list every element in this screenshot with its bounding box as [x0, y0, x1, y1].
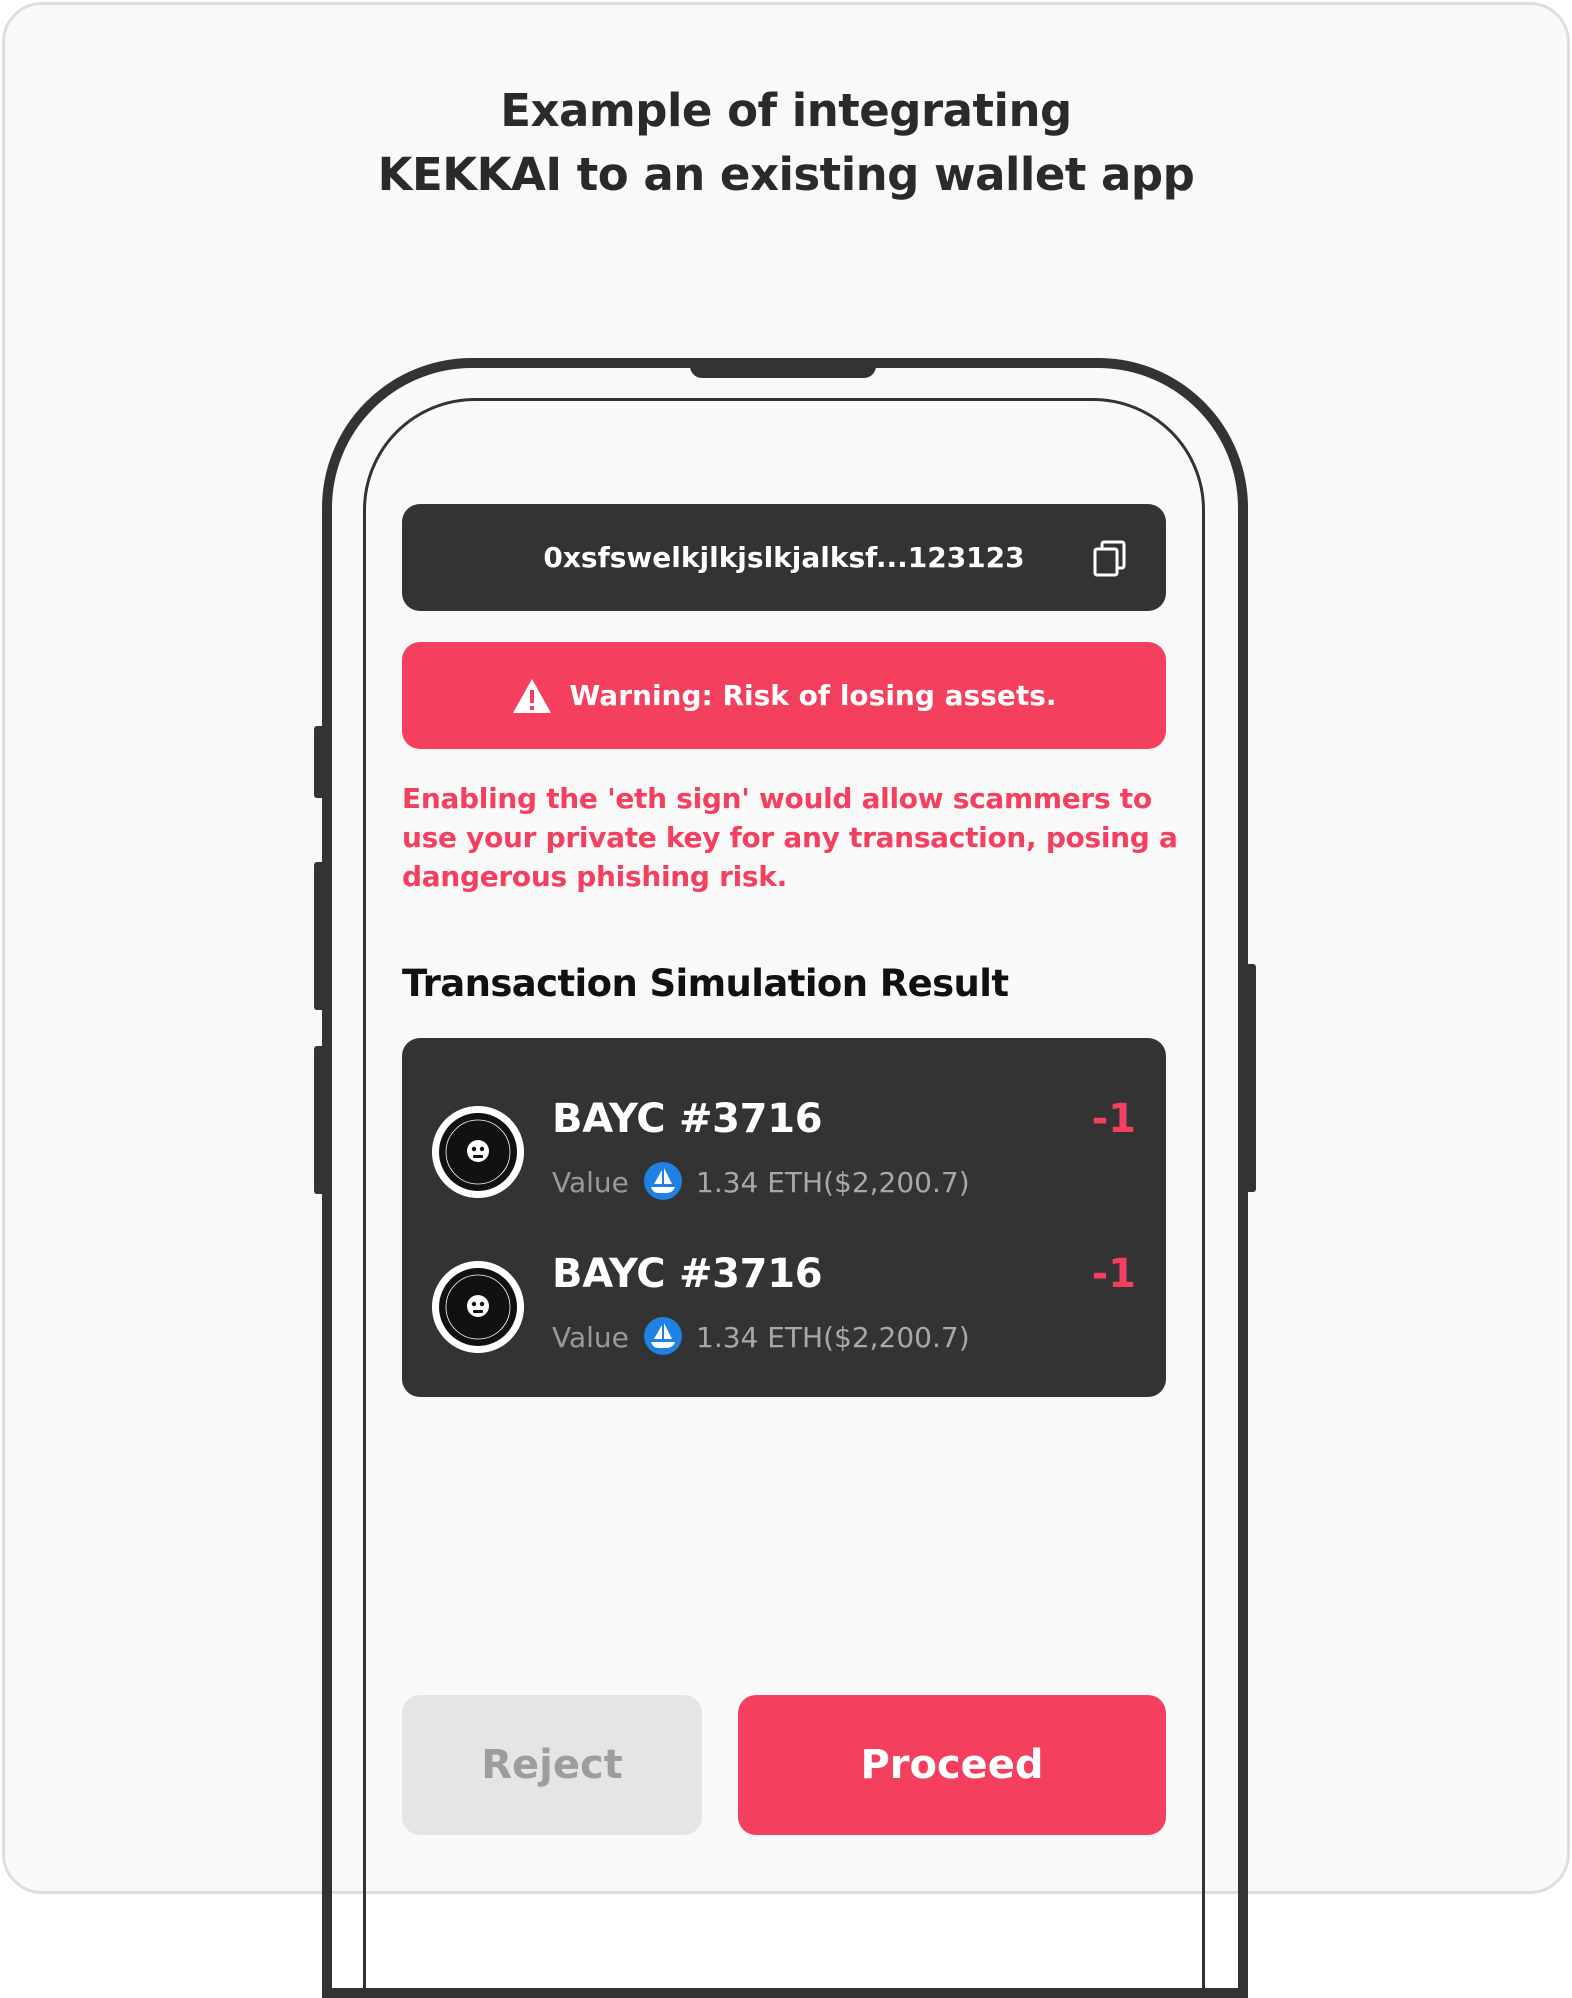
- simulation-result-list: BAYC #3716 Value 1.34 ETH($2,200.7) -1 B…: [402, 1038, 1166, 1397]
- quantity-delta: -1: [1091, 1096, 1136, 1142]
- simulation-title: Transaction Simulation Result: [402, 962, 1009, 1005]
- opensea-icon: [644, 1317, 682, 1355]
- warning-text: Warning: Risk of losing assets.: [569, 679, 1057, 712]
- warning-description: Enabling the 'eth sign' would allow scam…: [402, 782, 1178, 893]
- value-label: Value: [552, 1321, 629, 1354]
- list-item: BAYC #3716 Value 1.34 ETH($2,200.7) -1: [402, 1088, 1166, 1208]
- phone-side-button-volume-up: [314, 862, 326, 1010]
- value-label: Value: [552, 1166, 629, 1199]
- wallet-address-bar: 0xsfswelkjlkjslkjalksf...123123: [402, 504, 1166, 611]
- bayc-logo-icon: [432, 1261, 524, 1353]
- copy-icon[interactable]: [1090, 538, 1130, 578]
- phone-notch: [690, 360, 876, 378]
- headline-line-2: KEKKAI to an existing wallet app: [377, 148, 1195, 201]
- phone-side-button-mute: [314, 726, 326, 798]
- phone-side-button-volume-down: [314, 1046, 326, 1194]
- quantity-delta: -1: [1091, 1251, 1136, 1297]
- headline: Example of integrating KEKKAI to an exis…: [5, 79, 1567, 207]
- value-amount: 1.34 ETH($2,200.7): [696, 1166, 970, 1199]
- value-amount: 1.34 ETH($2,200.7): [696, 1321, 970, 1354]
- phone-side-button-power: [1244, 964, 1256, 1192]
- nft-name: BAYC #3716: [552, 1251, 823, 1297]
- bayc-logo-icon: [432, 1106, 524, 1198]
- wallet-address: 0xsfswelkjlkjslkjalksf...123123: [543, 541, 1025, 574]
- proceed-button[interactable]: Proceed: [738, 1695, 1166, 1835]
- reject-button[interactable]: Reject: [402, 1695, 702, 1835]
- warning-triangle-icon: [513, 678, 552, 713]
- list-item: BAYC #3716 Value 1.34 ETH($2,200.7) -1: [402, 1243, 1166, 1363]
- warning-banner: Warning: Risk of losing assets.: [402, 642, 1166, 749]
- headline-line-1: Example of integrating: [500, 84, 1072, 137]
- opensea-icon: [644, 1162, 682, 1200]
- nft-name: BAYC #3716: [552, 1096, 823, 1142]
